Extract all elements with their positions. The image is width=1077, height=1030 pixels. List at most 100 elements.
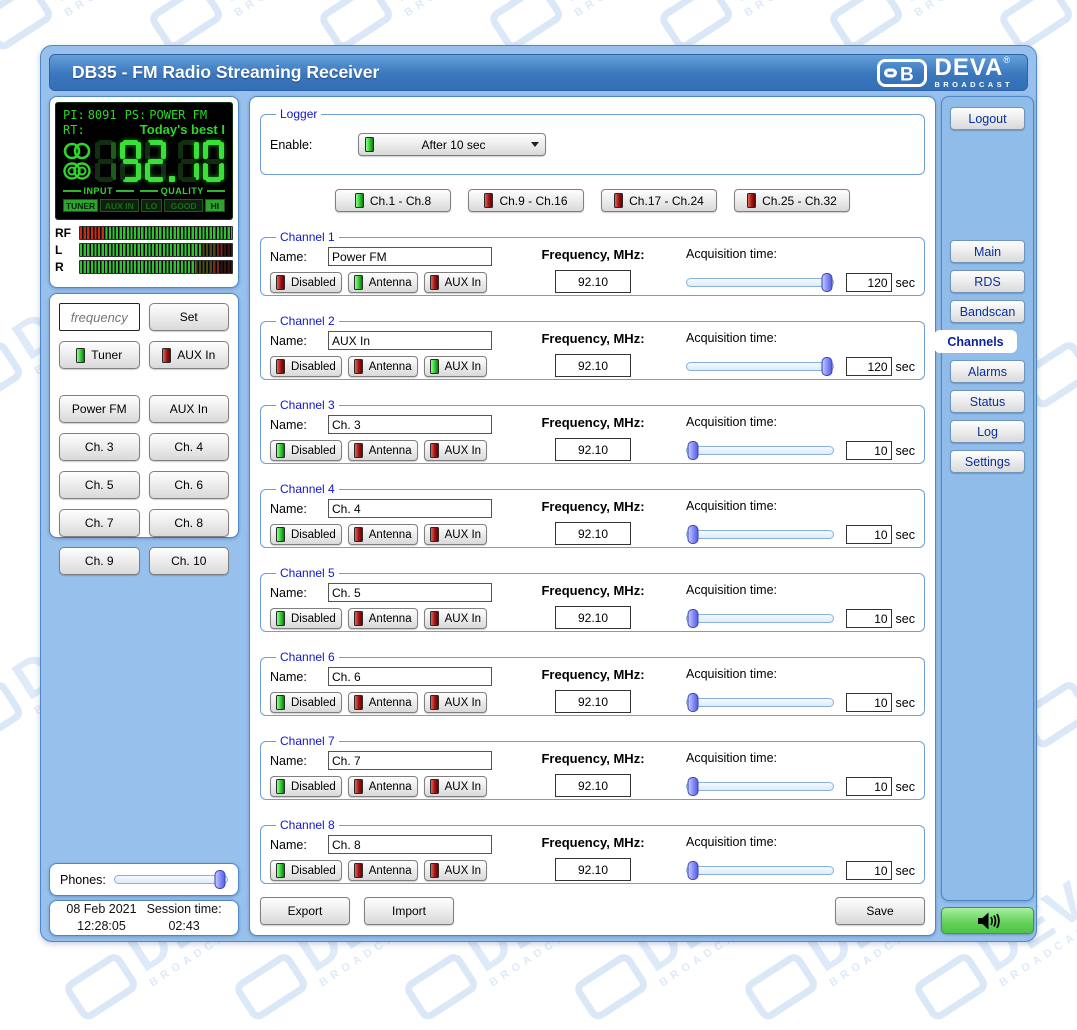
sidebar-item-settings[interactable]: Settings [950,450,1025,473]
channel-disabled-button[interactable]: Disabled [270,860,342,881]
acquisition-time-slider[interactable] [686,777,834,796]
import-button[interactable]: Import [364,897,454,925]
frequency-input[interactable] [555,690,631,713]
export-button[interactable]: Export [260,897,350,925]
phones-volume-slider[interactable] [113,870,228,889]
acquisition-time-slider[interactable] [686,861,834,880]
channel-disabled-button[interactable]: Disabled [270,440,342,461]
channel-name-input[interactable] [328,331,492,350]
frequency-input[interactable] [555,858,631,881]
frequency-input[interactable] [555,606,631,629]
channel-auxin-button[interactable]: AUX In [423,608,488,629]
slider-thumb[interactable] [821,273,833,292]
channel-name-input[interactable] [328,415,492,434]
acquisition-time-slider[interactable] [686,693,834,712]
acquisition-time-input[interactable] [845,777,892,796]
slider-thumb[interactable] [821,357,833,376]
slider-thumb[interactable] [687,525,699,544]
channel-name-input[interactable] [328,583,492,602]
channel-antenna-button[interactable]: Antenna [347,860,418,881]
preset-ch4-button[interactable]: Ch. 4 [148,433,229,461]
preset-auxin-button[interactable]: AUX In [148,395,229,423]
acquisition-time-input[interactable] [845,273,892,292]
acquisition-time-slider[interactable] [686,525,834,544]
channel-antenna-button[interactable]: Antenna [347,356,418,377]
sidebar-item-main[interactable]: Main [950,240,1025,263]
channel-disabled-button[interactable]: Disabled [270,272,342,293]
slider-thumb[interactable] [214,870,226,889]
audio-monitor-button[interactable] [941,907,1034,934]
frequency-input[interactable] [555,522,631,545]
acquisition-time-slider[interactable] [686,357,834,376]
sidebar-item-log[interactable]: Log [950,420,1025,443]
frequency-input[interactable] [555,270,631,293]
preset-ch3-button[interactable]: Ch. 3 [59,433,140,461]
acquisition-time-input[interactable] [845,441,892,460]
preset-powerfm-button[interactable]: Power FM [59,395,140,423]
acquisition-time-input[interactable] [845,693,892,712]
tab-ch17-ch24[interactable]: Ch.17 - Ch.24 [601,189,717,212]
frequency-input[interactable] [555,438,631,461]
tuner-source-button[interactable]: Tuner [59,341,140,369]
frequency-input[interactable] [555,774,631,797]
channel-auxin-button[interactable]: AUX In [423,356,488,377]
tab-ch9-ch16[interactable]: Ch.9 - Ch.16 [468,189,584,212]
channel-name-input[interactable] [328,247,492,266]
channel-antenna-button[interactable]: Antenna [347,524,418,545]
channel-antenna-button[interactable]: Antenna [347,608,418,629]
save-button[interactable]: Save [835,897,925,925]
acquisition-time-slider[interactable] [686,609,834,628]
channel-disabled-button[interactable]: Disabled [270,356,342,377]
sidebar-item-alarms[interactable]: Alarms [950,360,1025,383]
sidebar-item-status[interactable]: Status [950,390,1025,413]
clock-panel: 08 Feb 2021 12:28:05 Session time: 02:43 [49,900,239,936]
acquisition-time-input[interactable] [845,609,892,628]
channel-auxin-button[interactable]: AUX In [423,272,488,293]
slider-thumb[interactable] [687,693,699,712]
channel-auxin-button[interactable]: AUX In [423,860,488,881]
channel-disabled-button[interactable]: Disabled [270,524,342,545]
channel-auxin-button[interactable]: AUX In [423,524,488,545]
channel-antenna-button[interactable]: Antenna [347,692,418,713]
preset-ch7-button[interactable]: Ch. 7 [59,509,140,537]
channel-name-input[interactable] [328,835,492,854]
channel-antenna-button[interactable]: Antenna [347,776,418,797]
acquisition-time-slider[interactable] [686,441,834,460]
channel-name-input[interactable] [328,499,492,518]
acquisition-time-input[interactable] [845,525,892,544]
auxin-source-button[interactable]: AUX In [148,341,229,369]
channel-disabled-button[interactable]: Disabled [270,608,342,629]
frequency-entry-input[interactable] [59,303,140,331]
preset-ch8-button[interactable]: Ch. 8 [148,509,229,537]
acquisition-time-input[interactable] [845,357,892,376]
channel-antenna-button[interactable]: Antenna [347,440,418,461]
tab-ch25-ch32[interactable]: Ch.25 - Ch.32 [734,189,850,212]
set-frequency-button[interactable]: Set [148,303,229,331]
sidebar-item-channels[interactable]: Channels [934,330,1017,353]
frequency-input[interactable] [555,354,631,377]
slider-thumb[interactable] [687,441,699,460]
preset-ch10-button[interactable]: Ch. 10 [148,547,229,575]
sidebar-item-rds[interactable]: RDS [950,270,1025,293]
slider-thumb[interactable] [687,861,699,880]
sidebar-item-bandscan[interactable]: Bandscan [950,300,1025,323]
acquisition-time-slider[interactable] [686,273,834,292]
channel-antenna-button[interactable]: Antenna [347,272,418,293]
acquisition-time-input[interactable] [845,861,892,880]
channel-disabled-button[interactable]: Disabled [270,776,342,797]
channel-name-input[interactable] [328,751,492,770]
channel-disabled-button[interactable]: Disabled [270,692,342,713]
channel-auxin-button[interactable]: AUX In [423,692,488,713]
channel-auxin-button[interactable]: AUX In [423,776,488,797]
slider-thumb[interactable] [687,777,699,796]
logout-button[interactable]: Logout [950,107,1025,130]
preset-ch6-button[interactable]: Ch. 6 [148,471,229,499]
footer-actions: Export Import Save [260,897,925,925]
preset-ch9-button[interactable]: Ch. 9 [59,547,140,575]
tab-ch1-ch8[interactable]: Ch.1 - Ch.8 [335,189,451,212]
slider-thumb[interactable] [687,609,699,628]
preset-ch5-button[interactable]: Ch. 5 [59,471,140,499]
logger-enable-dropdown[interactable]: After 10 sec [358,133,546,156]
channel-name-input[interactable] [328,667,492,686]
channel-auxin-button[interactable]: AUX In [423,440,488,461]
